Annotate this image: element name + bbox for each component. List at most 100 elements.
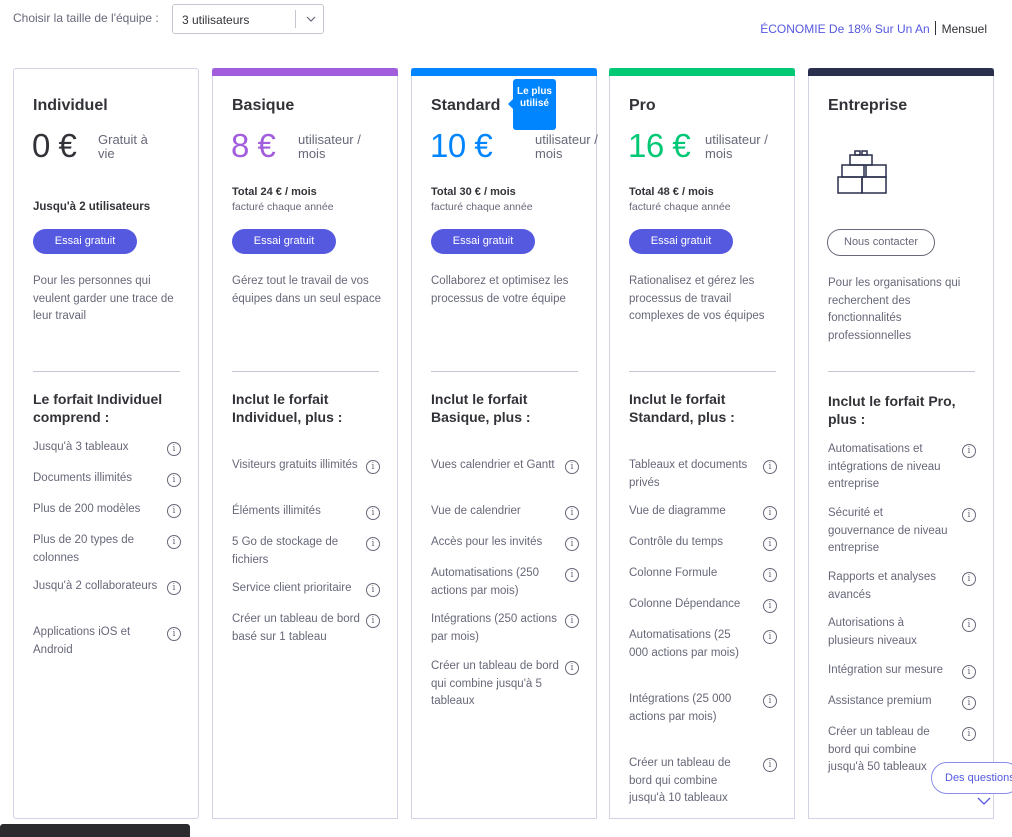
- includes-heading: Inclut le forfait Individuel, plus :: [232, 391, 343, 425]
- feature-item: Créer un tableau de bord qui combine jus…: [828, 726, 930, 773]
- info-icon[interactable]: i: [167, 442, 181, 456]
- bottom-bar: [0, 824, 190, 837]
- feature-item: Éléments illimités: [232, 505, 321, 517]
- price-amount: 16 €: [628, 127, 691, 164]
- monthly-billing-option[interactable]: Mensuel: [942, 22, 987, 36]
- info-icon[interactable]: i: [565, 661, 579, 675]
- info-icon[interactable]: i: [565, 460, 579, 474]
- plan-card-entreprise: Entreprise Nous contacter Pour les organ…: [808, 68, 994, 819]
- most-popular-badge: Le plus utilisé: [508, 79, 556, 130]
- info-icon[interactable]: i: [763, 758, 777, 772]
- includes-heading: Inclut le forfait Pro, plus :: [828, 393, 956, 427]
- price-unit: utilisateur / mois: [535, 132, 598, 161]
- price-amount: 0 €: [32, 127, 77, 164]
- feature-item: Colonne Formule: [629, 567, 718, 579]
- feature-item: Créer un tableau de bord qui combine jus…: [629, 757, 731, 804]
- info-icon[interactable]: i: [167, 535, 181, 549]
- plan-description: Rationalisez et gérez les processus de t…: [629, 275, 765, 322]
- info-icon[interactable]: i: [962, 727, 976, 741]
- annual-billing-option[interactable]: ÉCONOMIE De 18% Sur Un An: [760, 22, 929, 36]
- info-icon[interactable]: i: [962, 665, 976, 679]
- faq-button[interactable]: Des questions: [931, 762, 1012, 794]
- plan-name: Standard: [431, 97, 501, 114]
- feature-item: Intégration sur mesure: [828, 664, 944, 676]
- price-unit: Gratuit à vie: [98, 132, 148, 161]
- info-icon[interactable]: i: [763, 506, 777, 520]
- info-icon[interactable]: i: [167, 473, 181, 487]
- plan-name: Individuel: [33, 97, 108, 114]
- feature-item: Créer un tableau de bord qui combine jus…: [431, 660, 559, 707]
- plan-color-stripe: [808, 68, 994, 76]
- info-icon[interactable]: i: [366, 506, 380, 520]
- feature-item: Vue de calendrier: [431, 505, 521, 517]
- info-icon[interactable]: i: [763, 599, 777, 613]
- price-unit: utilisateur / mois: [705, 132, 768, 161]
- billing-separator: [934, 21, 936, 35]
- team-size-label: Choisir la taille de l'équipe :: [13, 11, 159, 25]
- info-icon[interactable]: i: [763, 568, 777, 582]
- feature-item: Documents illimités: [33, 472, 133, 484]
- info-icon[interactable]: i: [962, 618, 976, 632]
- divider: [33, 371, 180, 372]
- free-trial-button[interactable]: Essai gratuit: [232, 229, 336, 254]
- plan-card-standard: Standard 10 € utilisateur / mois Total 3…: [411, 68, 598, 819]
- info-icon[interactable]: i: [167, 581, 181, 595]
- feature-item: 5 Go de stockage de fichiers: [232, 536, 339, 566]
- price-amount: 10 €: [430, 127, 493, 164]
- info-icon[interactable]: i: [962, 508, 976, 522]
- info-icon[interactable]: i: [962, 696, 976, 710]
- free-trial-button[interactable]: Essai gratuit: [431, 229, 535, 254]
- billing-note: facturé chaque année: [431, 201, 533, 213]
- info-icon[interactable]: i: [565, 537, 579, 551]
- billing-note: facturé chaque année: [232, 201, 334, 213]
- feature-item: Jusqu'à 2 collaborateurs: [33, 580, 158, 592]
- feature-item: Automatisations (25 000 actions par mois…: [629, 629, 739, 659]
- feature-item: Autorisations à plusieurs niveaux: [828, 617, 917, 647]
- divider: [232, 371, 379, 372]
- info-icon[interactable]: i: [366, 614, 380, 628]
- plan-name: Pro: [629, 97, 656, 114]
- feature-item: Accès pour les invités: [431, 536, 543, 548]
- feature-item: Vues calendrier et Gantt: [431, 459, 555, 471]
- divider: [431, 371, 578, 372]
- total-price: Total 24 € / mois: [232, 186, 317, 198]
- plan-name: Entreprise: [828, 97, 908, 114]
- feature-item: Sécurité et gouvernance de niveau entrep…: [828, 507, 948, 554]
- free-trial-button[interactable]: Essai gratuit: [629, 229, 733, 254]
- chevron-down-icon: [306, 16, 316, 22]
- feature-item: Automatisations et intégrations de nivea…: [828, 443, 941, 490]
- info-icon[interactable]: i: [565, 614, 579, 628]
- info-icon[interactable]: i: [763, 694, 777, 708]
- feature-item: Contrôle du temps: [629, 536, 723, 548]
- chevron-down-icon[interactable]: [976, 796, 992, 806]
- info-icon[interactable]: i: [763, 460, 777, 474]
- info-icon[interactable]: i: [565, 506, 579, 520]
- total-price: Total 30 € / mois: [431, 186, 516, 198]
- team-size-select[interactable]: 3 utilisateurs: [172, 4, 324, 34]
- feature-item: Intégrations (250 actions par mois): [431, 613, 557, 643]
- info-icon[interactable]: i: [366, 583, 380, 597]
- feature-item: Assistance premium: [828, 695, 932, 707]
- feature-item: Automatisations (250 actions par mois): [431, 567, 540, 597]
- plan-card-basique: Basique 8 € utilisateur / mois Total 24 …: [212, 68, 398, 819]
- info-icon[interactable]: i: [167, 504, 181, 518]
- info-icon[interactable]: i: [763, 537, 777, 551]
- contact-us-button[interactable]: Nous contacter: [827, 229, 935, 256]
- info-icon[interactable]: i: [366, 537, 380, 551]
- info-icon[interactable]: i: [962, 444, 976, 458]
- feature-item: Créer un tableau de bord basé sur 1 tabl…: [232, 613, 360, 643]
- user-limit: Jusqu'à 2 utilisateurs: [33, 201, 151, 213]
- free-trial-button[interactable]: Essai gratuit: [33, 229, 137, 254]
- info-icon[interactable]: i: [167, 627, 181, 641]
- divider: [629, 371, 776, 372]
- feature-item: Visiteurs gratuits illimités: [232, 459, 358, 471]
- info-icon[interactable]: i: [366, 460, 380, 474]
- feature-item: Vue de diagramme: [629, 505, 726, 517]
- price-unit: utilisateur / mois: [298, 132, 361, 161]
- billing-note: facturé chaque année: [629, 201, 731, 213]
- plan-card-individuel: Individuel 0 € Gratuit à vie Jusqu'à 2 u…: [13, 68, 199, 819]
- info-icon[interactable]: i: [763, 630, 777, 644]
- feature-item: Plus de 20 types de colonnes: [33, 534, 135, 564]
- info-icon[interactable]: i: [962, 572, 976, 586]
- info-icon[interactable]: i: [565, 568, 579, 582]
